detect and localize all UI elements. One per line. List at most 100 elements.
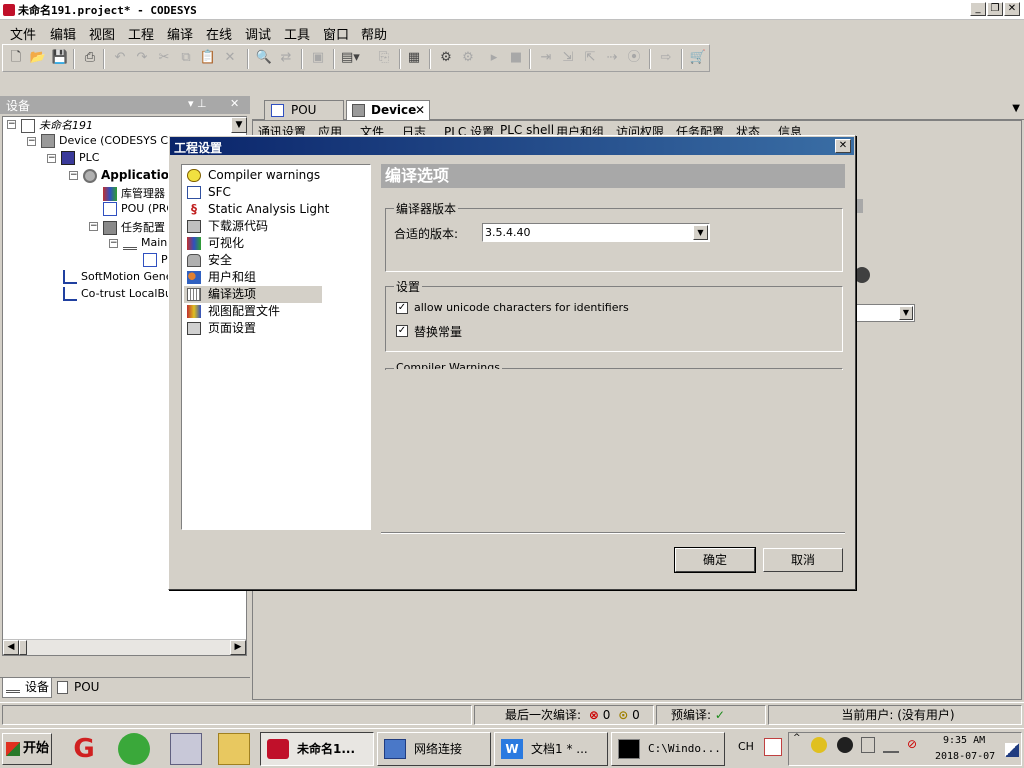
tree-item-pou-call[interactable]: P — [143, 253, 168, 267]
category-visualization[interactable]: 可视化 — [184, 235, 370, 252]
redo-icon[interactable]: ↷ — [133, 49, 151, 67]
qq-icon[interactable] — [837, 737, 853, 753]
menu-file[interactable]: 文件 — [10, 24, 36, 43]
task-cmd[interactable]: C:\Windo... — [611, 732, 725, 766]
menu-window[interactable]: 窗口 — [323, 24, 349, 43]
next-statement-icon[interactable]: ⇨ — [657, 49, 675, 67]
menu-build[interactable]: 编译 — [167, 24, 193, 43]
category-compile-options[interactable]: 编译选项 — [184, 286, 322, 303]
clock-date[interactable]: 2018-07-07 — [935, 751, 995, 762]
tree-item-application[interactable]: Application — [83, 168, 178, 183]
step-into-icon[interactable]: ⇲ — [559, 49, 577, 67]
start-button[interactable]: 开始 — [2, 733, 52, 765]
unicode-identifiers-checkbox[interactable]: ✓ — [396, 302, 408, 314]
clock-time[interactable]: 9:35 AM — [943, 735, 985, 746]
expand-toggle[interactable]: − — [27, 137, 36, 146]
save-icon[interactable]: 💾 — [51, 49, 69, 67]
task-document[interactable]: W 文档1 * ... — [494, 732, 608, 766]
cart-icon[interactable]: 🛒 — [689, 49, 707, 67]
close-window-button[interactable]: ✕ — [1004, 2, 1020, 16]
task-codesys[interactable]: 未命名1... — [260, 732, 374, 766]
editor-combo[interactable]: ▼ — [853, 304, 915, 322]
ok-button[interactable]: 确定 — [674, 547, 756, 573]
build-icon[interactable]: ▦ — [405, 49, 423, 67]
find-replace-icon[interactable]: ⇄ — [277, 49, 295, 67]
add-object-icon[interactable]: ▤▾ — [341, 49, 360, 67]
close-tab-icon[interactable]: ✕ — [415, 103, 425, 117]
tree-scroll-up-button[interactable]: ▼ — [231, 117, 247, 133]
task-network[interactable]: 网络连接 — [377, 732, 491, 766]
tray-status-icon[interactable] — [811, 737, 827, 753]
scroll-left-button[interactable]: ◀ — [3, 640, 19, 655]
show-desktop-icon[interactable] — [1005, 743, 1019, 757]
scroll-thumb[interactable] — [19, 640, 27, 655]
open-project-icon[interactable]: 📂 — [29, 49, 47, 67]
menu-edit[interactable]: 编辑 — [50, 24, 76, 43]
tab-list-dropdown-icon[interactable]: ▼ — [1012, 103, 1020, 114]
compiler-version-select[interactable]: 3.5.4.40 ▼ — [482, 223, 710, 242]
tray-device-icon[interactable] — [861, 737, 875, 753]
quicklaunch-browser-icon[interactable] — [118, 733, 150, 765]
pin-icon[interactable]: ▾ ⊥ — [188, 97, 207, 110]
tree-item-pou[interactable]: POU (PRG — [103, 202, 175, 216]
copy-icon[interactable]: ⧉ — [177, 49, 195, 67]
category-page-setup[interactable]: 页面设置 — [184, 320, 370, 337]
chevron-down-icon[interactable]: ▼ — [693, 225, 708, 240]
menu-help[interactable]: 帮助 — [361, 24, 387, 43]
expand-toggle[interactable]: − — [69, 171, 78, 180]
signal-icon[interactable] — [883, 737, 899, 753]
expand-toggle[interactable]: − — [47, 154, 56, 163]
tab-devices[interactable]: 设备 — [2, 678, 52, 698]
run-to-cursor-icon[interactable]: ⇢ — [603, 49, 621, 67]
menu-tools[interactable]: 工具 — [284, 24, 310, 43]
cancel-button[interactable]: 取消 — [763, 548, 843, 572]
tree-item-main-task[interactable]: Main1 — [123, 236, 174, 250]
category-download-source[interactable]: 下载源代码 — [184, 218, 370, 235]
properties-icon[interactable]: ⎘ — [375, 49, 393, 67]
tree-item-library-manager[interactable]: 库管理器 — [103, 185, 165, 201]
expand-toggle[interactable]: − — [7, 120, 16, 129]
menu-online[interactable]: 在线 — [206, 24, 232, 43]
select-all-icon[interactable]: ▣ — [309, 49, 327, 67]
category-security[interactable]: 安全 — [184, 252, 370, 269]
volume-muted-icon[interactable]: ⊘ — [907, 737, 923, 753]
category-sfc[interactable]: SFC — [184, 184, 370, 201]
undo-icon[interactable]: ↶ — [111, 49, 129, 67]
tree-item-softmotion[interactable]: SoftMotion Genera — [63, 270, 184, 284]
tree-item-task-config[interactable]: 任务配置 — [103, 219, 165, 235]
category-view-profile[interactable]: 视图配置文件 — [184, 303, 370, 320]
paste-icon[interactable]: 📋 — [199, 49, 217, 67]
logout-icon[interactable]: ⚙ — [459, 49, 477, 67]
minimize-button[interactable]: _ — [970, 2, 986, 16]
panel-close-icon[interactable]: ✕ — [230, 97, 239, 110]
restore-button[interactable]: ❐ — [987, 2, 1003, 16]
category-users-groups[interactable]: 用户和组 — [184, 269, 370, 286]
menu-project[interactable]: 工程 — [128, 24, 154, 43]
step-over-icon[interactable]: ⇥ — [537, 49, 555, 67]
input-language-indicator[interactable]: CH — [738, 740, 754, 753]
menu-debug[interactable]: 调试 — [245, 24, 271, 43]
tab-pou-editor[interactable]: POU — [264, 100, 344, 120]
new-project-icon[interactable]: 🗋 — [7, 49, 25, 67]
print-icon[interactable]: ⎙ — [81, 49, 99, 67]
tray-expand-icon[interactable]: ^ — [793, 733, 801, 743]
cut-icon[interactable]: ✂ — [155, 49, 173, 67]
replace-constants-checkbox[interactable]: ✓ — [396, 325, 408, 337]
tree-item-device[interactable]: Device (CODESYS Con — [41, 134, 182, 148]
stop-icon[interactable]: ■ — [507, 49, 525, 67]
step-out-icon[interactable]: ⇱ — [581, 49, 599, 67]
tray-app-icon[interactable] — [764, 738, 782, 756]
category-compiler-warnings[interactable]: Compiler warnings — [184, 167, 370, 184]
breakpoint-icon[interactable]: ⦿ — [625, 49, 643, 67]
expand-toggle[interactable]: − — [109, 239, 118, 248]
delete-icon[interactable]: ✕ — [221, 49, 239, 67]
tree-item-plc[interactable]: PLC — [61, 151, 99, 165]
tab-device-editor[interactable]: Device ✕ — [346, 100, 430, 120]
quicklaunch-folder-icon[interactable] — [218, 733, 250, 765]
category-static-analysis[interactable]: § Static Analysis Light — [184, 201, 370, 218]
quicklaunch-app-icon[interactable]: G — [68, 733, 100, 765]
find-icon[interactable]: 🔍 — [255, 49, 273, 67]
dialog-close-button[interactable]: ✕ — [835, 139, 851, 153]
login-icon[interactable]: ⚙ — [437, 49, 455, 67]
tree-item-localbus[interactable]: Co-trust LocalBus — [63, 287, 178, 301]
